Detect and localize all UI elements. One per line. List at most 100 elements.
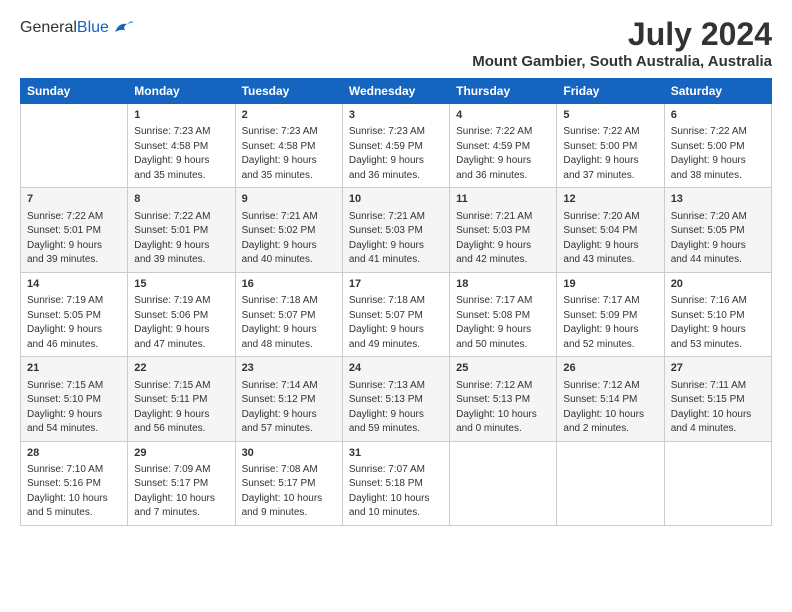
calendar-cell: 27 Sunrise: 7:11 AM Sunset: 5:15 PM Dayli… xyxy=(664,357,771,441)
calendar-cell: 21Sunrise: 7:15 AM Sunset: 5:10 PM Dayli… xyxy=(21,357,128,441)
calendar-cell: 6 Sunrise: 7:22 AM Sunset: 5:00 PM Daylig… xyxy=(664,104,771,188)
calendar-week-row: 7 Sunrise: 7:22 AM Sunset: 5:01 PM Daylig… xyxy=(21,188,772,272)
day-info: Sunrise: 7:09 AM Sunset: 5:17 PM Dayligh… xyxy=(134,463,228,521)
calendar-cell xyxy=(450,441,557,525)
day-number: 15 xyxy=(134,277,228,292)
day-info: Sunrise: 7:20 AM Sunset: 5:04 PM Dayligh… xyxy=(563,210,657,268)
calendar-cell xyxy=(557,441,664,525)
day-number: 18 xyxy=(456,277,550,292)
day-info: Sunrise: 7:15 AM Sunset: 5:10 PM Dayligh… xyxy=(27,379,121,437)
calendar-cell: 31 Sunrise: 7:07 AM Sunset: 5:18 PM Dayli… xyxy=(342,441,449,525)
day-info: Sunrise: 7:13 AM Sunset: 5:13 PM Dayligh… xyxy=(349,379,443,437)
day-info: Sunrise: 7:10 AM Sunset: 5:16 PM Dayligh… xyxy=(27,463,121,521)
day-info: Sunrise: 7:21 AM Sunset: 5:03 PM Dayligh… xyxy=(456,210,550,268)
calendar-cell: 10 Sunrise: 7:21 AM Sunset: 5:03 PM Dayli… xyxy=(342,188,449,272)
day-number: 28 xyxy=(27,446,121,461)
calendar-cell: 16Sunrise: 7:18 AM Sunset: 5:07 PM Dayli… xyxy=(235,272,342,356)
day-number: 9 xyxy=(242,192,336,207)
calendar-cell: 14 Sunrise: 7:19 AM Sunset: 5:05 PM Dayli… xyxy=(21,272,128,356)
day-info: Sunrise: 7:17 AM Sunset: 5:09 PM Dayligh… xyxy=(563,294,657,352)
calendar-cell: 30 Sunrise: 7:08 AM Sunset: 5:17 PM Dayli… xyxy=(235,441,342,525)
day-of-week-saturday: Saturday xyxy=(664,79,771,104)
day-info: Sunrise: 7:22 AM Sunset: 5:01 PM Dayligh… xyxy=(134,210,228,268)
logo-blue-text: Blue xyxy=(77,19,109,36)
calendar-cell: 9 Sunrise: 7:21 AM Sunset: 5:02 PM Daylig… xyxy=(235,188,342,272)
day-info: Sunrise: 7:19 AM Sunset: 5:06 PM Dayligh… xyxy=(134,294,228,352)
calendar-cell: 4Sunrise: 7:22 AM Sunset: 4:59 PM Daylig… xyxy=(450,104,557,188)
subtitle: Mount Gambier, South Australia, Australi… xyxy=(472,53,772,70)
day-number: 31 xyxy=(349,446,443,461)
calendar-cell: 7 Sunrise: 7:22 AM Sunset: 5:01 PM Daylig… xyxy=(21,188,128,272)
day-number: 13 xyxy=(671,192,765,207)
logo-bird-icon xyxy=(111,16,135,40)
day-info: Sunrise: 7:12 AM Sunset: 5:13 PM Dayligh… xyxy=(456,379,550,437)
calendar-cell: 26Sunrise: 7:12 AM Sunset: 5:14 PM Dayli… xyxy=(557,357,664,441)
calendar-week-row: 28 Sunrise: 7:10 AM Sunset: 5:16 PM Dayli… xyxy=(21,441,772,525)
day-info: Sunrise: 7:18 AM Sunset: 5:07 PM Dayligh… xyxy=(349,294,443,352)
day-number: 30 xyxy=(242,446,336,461)
day-of-week-monday: Monday xyxy=(128,79,235,104)
page: GeneralBlue July 2024 Mount Gambier, Sou… xyxy=(0,0,792,612)
day-info: Sunrise: 7:11 AM Sunset: 5:15 PM Dayligh… xyxy=(671,379,765,437)
day-info: Sunrise: 7:22 AM Sunset: 5:00 PM Dayligh… xyxy=(671,125,765,183)
day-info: Sunrise: 7:21 AM Sunset: 5:03 PM Dayligh… xyxy=(349,210,443,268)
calendar-week-row: 21Sunrise: 7:15 AM Sunset: 5:10 PM Dayli… xyxy=(21,357,772,441)
main-title: July 2024 xyxy=(472,16,772,53)
day-info: Sunrise: 7:19 AM Sunset: 5:05 PM Dayligh… xyxy=(27,294,121,352)
calendar-cell: 18Sunrise: 7:17 AM Sunset: 5:08 PM Dayli… xyxy=(450,272,557,356)
day-info: Sunrise: 7:15 AM Sunset: 5:11 PM Dayligh… xyxy=(134,379,228,437)
logo: GeneralBlue xyxy=(20,16,135,40)
day-number: 17 xyxy=(349,277,443,292)
day-number: 7 xyxy=(27,192,121,207)
day-number: 22 xyxy=(134,361,228,376)
day-number: 26 xyxy=(563,361,657,376)
title-block: July 2024 Mount Gambier, South Australia… xyxy=(472,16,772,70)
calendar-cell: 17 Sunrise: 7:18 AM Sunset: 5:07 PM Dayli… xyxy=(342,272,449,356)
calendar-cell: 29 Sunrise: 7:09 AM Sunset: 5:17 PM Dayli… xyxy=(128,441,235,525)
day-info: Sunrise: 7:23 AM Sunset: 4:59 PM Dayligh… xyxy=(349,125,443,183)
day-number: 14 xyxy=(27,277,121,292)
day-of-week-friday: Friday xyxy=(557,79,664,104)
day-info: Sunrise: 7:07 AM Sunset: 5:18 PM Dayligh… xyxy=(349,463,443,521)
day-number: 16 xyxy=(242,277,336,292)
day-info: Sunrise: 7:22 AM Sunset: 4:59 PM Dayligh… xyxy=(456,125,550,183)
day-number: 3 xyxy=(349,108,443,123)
day-number: 12 xyxy=(563,192,657,207)
day-info: Sunrise: 7:22 AM Sunset: 5:01 PM Dayligh… xyxy=(27,210,121,268)
calendar-cell: 23Sunrise: 7:14 AM Sunset: 5:12 PM Dayli… xyxy=(235,357,342,441)
day-number: 24 xyxy=(349,361,443,376)
day-number: 23 xyxy=(242,361,336,376)
day-number: 10 xyxy=(349,192,443,207)
day-number: 1 xyxy=(134,108,228,123)
day-of-week-thursday: Thursday xyxy=(450,79,557,104)
day-number: 8 xyxy=(134,192,228,207)
day-info: Sunrise: 7:21 AM Sunset: 5:02 PM Dayligh… xyxy=(242,210,336,268)
day-info: Sunrise: 7:16 AM Sunset: 5:10 PM Dayligh… xyxy=(671,294,765,352)
day-number: 2 xyxy=(242,108,336,123)
calendar-cell: 28 Sunrise: 7:10 AM Sunset: 5:16 PM Dayli… xyxy=(21,441,128,525)
calendar-cell: 19Sunrise: 7:17 AM Sunset: 5:09 PM Dayli… xyxy=(557,272,664,356)
calendar-table: SundayMondayTuesdayWednesdayThursdayFrid… xyxy=(20,78,772,526)
calendar-cell: 13 Sunrise: 7:20 AM Sunset: 5:05 PM Dayli… xyxy=(664,188,771,272)
calendar-cell: 11Sunrise: 7:21 AM Sunset: 5:03 PM Dayli… xyxy=(450,188,557,272)
calendar-cell: 8 Sunrise: 7:22 AM Sunset: 5:01 PM Daylig… xyxy=(128,188,235,272)
header: GeneralBlue July 2024 Mount Gambier, Sou… xyxy=(20,16,772,70)
calendar-cell: 3 Sunrise: 7:23 AM Sunset: 4:59 PM Daylig… xyxy=(342,104,449,188)
calendar-cell xyxy=(664,441,771,525)
calendar-header-row: SundayMondayTuesdayWednesdayThursdayFrid… xyxy=(21,79,772,104)
day-info: Sunrise: 7:20 AM Sunset: 5:05 PM Dayligh… xyxy=(671,210,765,268)
day-number: 6 xyxy=(671,108,765,123)
calendar-cell: 20Sunrise: 7:16 AM Sunset: 5:10 PM Dayli… xyxy=(664,272,771,356)
day-info: Sunrise: 7:22 AM Sunset: 5:00 PM Dayligh… xyxy=(563,125,657,183)
logo-general-text: General xyxy=(20,19,77,36)
calendar-week-row: 1Sunrise: 7:23 AM Sunset: 4:58 PM Daylig… xyxy=(21,104,772,188)
calendar-cell: 15 Sunrise: 7:19 AM Sunset: 5:06 PM Dayli… xyxy=(128,272,235,356)
day-number: 5 xyxy=(563,108,657,123)
day-info: Sunrise: 7:08 AM Sunset: 5:17 PM Dayligh… xyxy=(242,463,336,521)
day-of-week-tuesday: Tuesday xyxy=(235,79,342,104)
calendar-cell: 24 Sunrise: 7:13 AM Sunset: 5:13 PM Dayli… xyxy=(342,357,449,441)
day-number: 27 xyxy=(671,361,765,376)
calendar-week-row: 14 Sunrise: 7:19 AM Sunset: 5:05 PM Dayli… xyxy=(21,272,772,356)
day-number: 29 xyxy=(134,446,228,461)
day-of-week-wednesday: Wednesday xyxy=(342,79,449,104)
